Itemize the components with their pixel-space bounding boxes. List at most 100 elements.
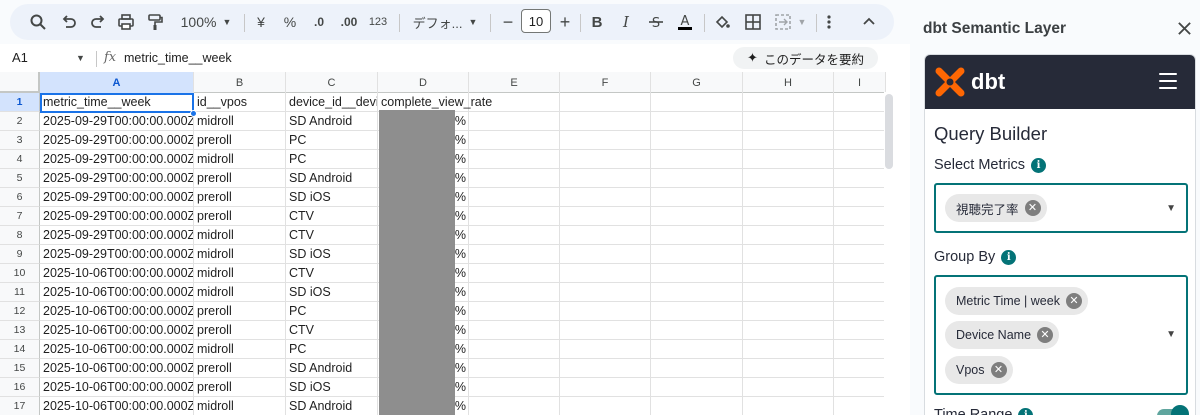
row-header[interactable]: 2: [0, 112, 40, 131]
cell[interactable]: [743, 131, 834, 150]
cell[interactable]: [560, 397, 651, 415]
cell[interactable]: [560, 226, 651, 245]
cell[interactable]: midroll: [194, 150, 286, 169]
cell[interactable]: [834, 340, 886, 359]
cell[interactable]: [469, 188, 560, 207]
remove-chip-icon[interactable]: ✕: [1024, 200, 1041, 216]
cell[interactable]: preroll: [194, 359, 286, 378]
cell[interactable]: preroll: [194, 188, 286, 207]
cell[interactable]: [469, 245, 560, 264]
cell[interactable]: [743, 245, 834, 264]
cell[interactable]: [651, 93, 743, 112]
cell[interactable]: [834, 188, 886, 207]
cell[interactable]: PC: [286, 340, 378, 359]
cell[interactable]: [560, 150, 651, 169]
cell[interactable]: SD Android: [286, 359, 378, 378]
cell[interactable]: CTV: [286, 321, 378, 340]
cell[interactable]: preroll: [194, 321, 286, 340]
cell[interactable]: [834, 245, 886, 264]
cell[interactable]: id__vpos: [194, 93, 286, 112]
chevron-down-icon[interactable]: ▼: [1166, 203, 1176, 214]
info-icon[interactable]: i: [1031, 157, 1047, 173]
cell[interactable]: [560, 359, 651, 378]
cell[interactable]: 2025-09-29T00:00:00.000Z: [40, 245, 194, 264]
cell[interactable]: preroll: [194, 131, 286, 150]
cell[interactable]: [469, 359, 560, 378]
cell[interactable]: [743, 188, 834, 207]
cell[interactable]: [651, 207, 743, 226]
search-menus-icon[interactable]: [26, 4, 50, 40]
select-all-corner[interactable]: [0, 72, 40, 93]
row-header[interactable]: 9: [0, 245, 40, 264]
cell[interactable]: [560, 321, 651, 340]
cell[interactable]: PC: [286, 150, 378, 169]
fill-color-icon[interactable]: [711, 4, 733, 40]
column-header-b[interactable]: B: [194, 72, 286, 93]
cell[interactable]: 2025-09-29T00:00:00.000Z: [40, 207, 194, 226]
cell[interactable]: [560, 207, 651, 226]
collapse-toolbar-icon[interactable]: [858, 4, 880, 40]
cell[interactable]: [651, 321, 743, 340]
cell[interactable]: SD iOS: [286, 283, 378, 302]
row-header[interactable]: 5: [0, 169, 40, 188]
cell[interactable]: PC: [286, 131, 378, 150]
cell[interactable]: [834, 264, 886, 283]
info-icon[interactable]: i: [1001, 249, 1017, 265]
cell[interactable]: [560, 245, 651, 264]
cell[interactable]: 2025-09-29T00:00:00.000Z: [40, 169, 194, 188]
cell[interactable]: [469, 226, 560, 245]
cell[interactable]: [651, 378, 743, 397]
cell[interactable]: [743, 397, 834, 415]
cell[interactable]: SD Android: [286, 397, 378, 415]
cell[interactable]: [743, 359, 834, 378]
cell[interactable]: CTV: [286, 207, 378, 226]
cell[interactable]: [560, 188, 651, 207]
cell[interactable]: [651, 150, 743, 169]
cell[interactable]: [560, 169, 651, 188]
name-box[interactable]: A1: [12, 50, 28, 65]
cell[interactable]: [469, 283, 560, 302]
strikethrough-icon[interactable]: S: [645, 4, 667, 40]
cell[interactable]: [560, 302, 651, 321]
decrease-decimal-button[interactable]: .0: [306, 4, 332, 40]
row-header[interactable]: 8: [0, 226, 40, 245]
italic-button[interactable]: I: [616, 4, 636, 40]
redo-icon[interactable]: [86, 4, 110, 40]
borders-icon[interactable]: [742, 4, 764, 40]
remove-chip-icon[interactable]: ✕: [990, 362, 1007, 378]
cell[interactable]: [560, 93, 651, 112]
font-size-decrease-button[interactable]: −: [498, 4, 518, 40]
summarize-data-button[interactable]: ✦ このデータを要約: [733, 47, 878, 69]
cell[interactable]: SD iOS: [286, 245, 378, 264]
bold-button[interactable]: B: [587, 4, 607, 40]
column-header-i[interactable]: I: [834, 72, 886, 93]
row-header[interactable]: 15: [0, 359, 40, 378]
cell[interactable]: [651, 226, 743, 245]
cell[interactable]: [469, 112, 560, 131]
cell[interactable]: [469, 302, 560, 321]
spreadsheet-grid[interactable]: ABCDEFGHI 1 metric_time__week id__vpos devi…: [0, 72, 910, 415]
cell[interactable]: [560, 131, 651, 150]
cell[interactable]: [743, 150, 834, 169]
cell[interactable]: 2025-09-29T00:00:00.000Z: [40, 150, 194, 169]
cell[interactable]: [834, 321, 886, 340]
row-header[interactable]: 1: [0, 93, 40, 112]
cell[interactable]: [560, 340, 651, 359]
merge-cells-icon[interactable]: ▼: [770, 4, 810, 40]
cell[interactable]: [743, 321, 834, 340]
cell[interactable]: preroll: [194, 169, 286, 188]
column-header-g[interactable]: G: [651, 72, 743, 93]
row-header[interactable]: 7: [0, 207, 40, 226]
paint-format-icon[interactable]: [143, 4, 167, 40]
cell[interactable]: [834, 302, 886, 321]
column-header-h[interactable]: H: [743, 72, 834, 93]
cell[interactable]: [743, 340, 834, 359]
cell[interactable]: 2025-09-29T00:00:00.000Z: [40, 131, 194, 150]
cell[interactable]: [834, 378, 886, 397]
fill-handle[interactable]: [190, 110, 197, 117]
cell[interactable]: [469, 397, 560, 415]
cell[interactable]: [834, 226, 886, 245]
column-header-e[interactable]: E: [469, 72, 560, 93]
cell[interactable]: [834, 93, 886, 112]
text-color-icon[interactable]: A: [674, 4, 696, 40]
